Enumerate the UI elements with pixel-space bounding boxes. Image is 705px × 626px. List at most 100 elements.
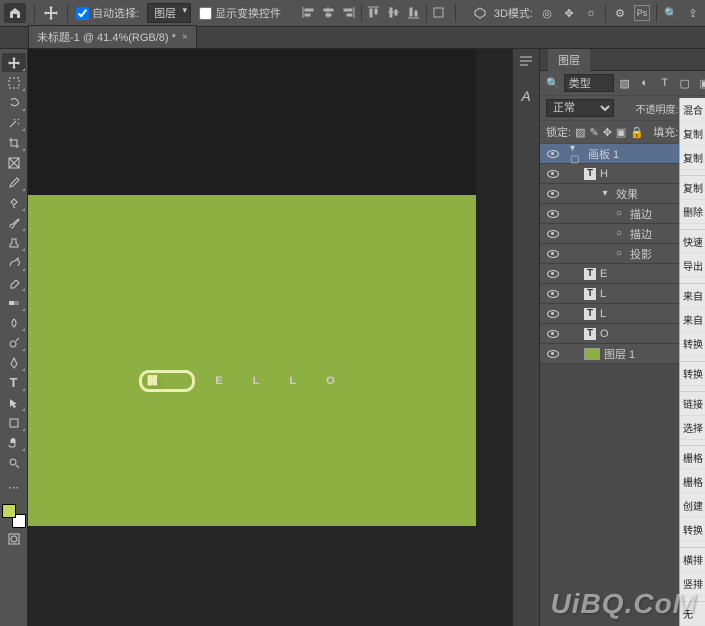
eye-icon xyxy=(547,210,559,218)
paragraph-icon[interactable] xyxy=(518,55,534,74)
blur-tool[interactable] xyxy=(2,313,26,332)
align-hcenter-icon[interactable] xyxy=(321,4,337,20)
visibility-toggle[interactable] xyxy=(540,190,566,198)
lock-pos-icon[interactable]: ✥ xyxy=(603,126,612,139)
hand-tool[interactable] xyxy=(2,433,26,452)
visibility-toggle[interactable] xyxy=(540,330,566,338)
brush-tool[interactable] xyxy=(2,213,26,232)
menu-item[interactable]: 复制 xyxy=(680,176,705,200)
gear-icon[interactable]: ⚙ xyxy=(612,5,628,21)
marquee-tool[interactable] xyxy=(2,73,26,92)
menu-item[interactable]: 删除 xyxy=(680,200,705,224)
ps-icon[interactable]: Ps xyxy=(634,5,650,21)
type-tool[interactable]: T xyxy=(2,373,26,392)
target-select[interactable]: 图层 xyxy=(147,3,191,23)
orbit-icon[interactable]: ◎ xyxy=(539,5,555,21)
auto-select-check[interactable]: 自动选择: xyxy=(76,5,139,21)
stamp-tool[interactable] xyxy=(2,233,26,252)
align-right-icon[interactable] xyxy=(341,4,357,20)
menu-item[interactable]: 来自 xyxy=(680,284,705,308)
move-icon[interactable] xyxy=(43,5,59,21)
close-tab-icon[interactable]: × xyxy=(182,32,188,43)
menu-item[interactable]: 转换 xyxy=(680,332,705,356)
menu-item[interactable]: 复制 xyxy=(680,122,705,146)
pen-tool[interactable] xyxy=(2,353,26,372)
pan3d-icon[interactable]: ✥ xyxy=(561,5,577,21)
light-icon[interactable]: ☼ xyxy=(583,5,599,21)
move-tool[interactable] xyxy=(2,53,26,72)
edit-toolbar[interactable]: ⋯ xyxy=(2,478,26,497)
zoom-tool[interactable] xyxy=(2,453,26,472)
share-icon[interactable]: ⇪ xyxy=(685,5,701,21)
layer-name: 描边 xyxy=(630,226,652,242)
visibility-toggle[interactable] xyxy=(540,170,566,178)
eyedropper-tool[interactable] xyxy=(2,173,26,192)
menu-item[interactable]: 转换 xyxy=(680,518,705,542)
menu-item[interactable]: 转换 xyxy=(680,362,705,386)
menu-item[interactable]: 选择 xyxy=(680,416,705,440)
menu-item[interactable]: 来自 xyxy=(680,308,705,332)
pixel-filter-icon[interactable]: ▧ xyxy=(618,76,632,90)
quickmask-tool[interactable] xyxy=(2,529,26,548)
wand-tool[interactable] xyxy=(2,113,26,132)
document-tab[interactable]: 未标题-1 @ 41.4%(RGB/8) * × xyxy=(28,25,197,48)
document-title: 未标题-1 @ 41.4%(RGB/8) * xyxy=(37,29,176,45)
smart-filter-icon[interactable]: ▣ xyxy=(698,76,705,90)
frame-tool[interactable] xyxy=(2,153,26,172)
crop-tool[interactable] xyxy=(2,133,26,152)
transform-checkbox[interactable] xyxy=(199,7,212,20)
foreground-swatch[interactable] xyxy=(2,504,16,518)
shape-tool[interactable] xyxy=(2,413,26,432)
eraser-tool[interactable] xyxy=(2,273,26,292)
menu-item[interactable]: 栅格 xyxy=(680,470,705,494)
align-bottom-icon[interactable] xyxy=(406,4,422,20)
dodge-tool[interactable] xyxy=(2,333,26,352)
history-brush-tool[interactable] xyxy=(2,253,26,272)
visibility-toggle[interactable] xyxy=(540,250,566,258)
home-button[interactable] xyxy=(4,3,26,23)
menu-item[interactable]: 导出 xyxy=(680,254,705,278)
path-select-tool[interactable] xyxy=(2,393,26,412)
lock-trans-icon[interactable]: ▨ xyxy=(575,126,585,139)
menu-item[interactable]: 栅格 xyxy=(680,446,705,470)
lock-paint-icon[interactable]: ✎ xyxy=(589,126,598,139)
align-left-icon[interactable] xyxy=(301,4,317,20)
heal-tool[interactable] xyxy=(2,193,26,212)
type-filter-icon[interactable]: T xyxy=(658,76,672,90)
blend-mode-select[interactable]: 正常 xyxy=(546,99,614,117)
distribute-icon[interactable] xyxy=(431,4,447,20)
canvas-area[interactable]: HELLO xyxy=(28,49,512,626)
shape-filter-icon[interactable]: ▢ xyxy=(678,76,692,90)
character-icon[interactable]: A xyxy=(521,88,530,104)
auto-select-checkbox[interactable] xyxy=(76,7,89,20)
lock-artboard-icon[interactable]: ▣ xyxy=(616,126,626,139)
menu-item[interactable]: 混合 xyxy=(680,98,705,122)
adjust-filter-icon[interactable]: ◐ xyxy=(638,76,652,90)
visibility-toggle[interactable] xyxy=(540,270,566,278)
menu-item[interactable]: 横排 xyxy=(680,548,705,572)
visibility-toggle[interactable] xyxy=(540,290,566,298)
opacity-label: 不透明度: xyxy=(636,101,679,116)
3d-icon[interactable] xyxy=(472,5,488,21)
menu-item[interactable]: 快速 xyxy=(680,230,705,254)
lasso-tool[interactable] xyxy=(2,93,26,112)
menu-item[interactable]: 复制 xyxy=(680,146,705,170)
transform-controls-check[interactable]: 显示变换控件 xyxy=(199,5,281,21)
visibility-toggle[interactable] xyxy=(540,350,566,358)
layers-tab[interactable]: 图层 xyxy=(548,49,590,71)
visibility-toggle[interactable] xyxy=(540,230,566,238)
lock-all-icon[interactable]: 🔒 xyxy=(630,126,644,139)
search-icon[interactable]: 🔍 xyxy=(663,5,679,21)
menu-item[interactable]: 链接 xyxy=(680,392,705,416)
color-swatches[interactable] xyxy=(2,504,26,528)
visibility-toggle[interactable] xyxy=(540,310,566,318)
fill-label: 填充: xyxy=(653,124,678,140)
align-vcenter-icon[interactable] xyxy=(386,4,402,20)
menu-item[interactable]: 创建 xyxy=(680,494,705,518)
kind-select[interactable] xyxy=(564,74,614,92)
visibility-toggle[interactable] xyxy=(540,210,566,218)
visibility-toggle[interactable] xyxy=(540,150,566,158)
layer-name: 效果 xyxy=(616,186,638,202)
gradient-tool[interactable] xyxy=(2,293,26,312)
align-top-icon[interactable] xyxy=(366,4,382,20)
